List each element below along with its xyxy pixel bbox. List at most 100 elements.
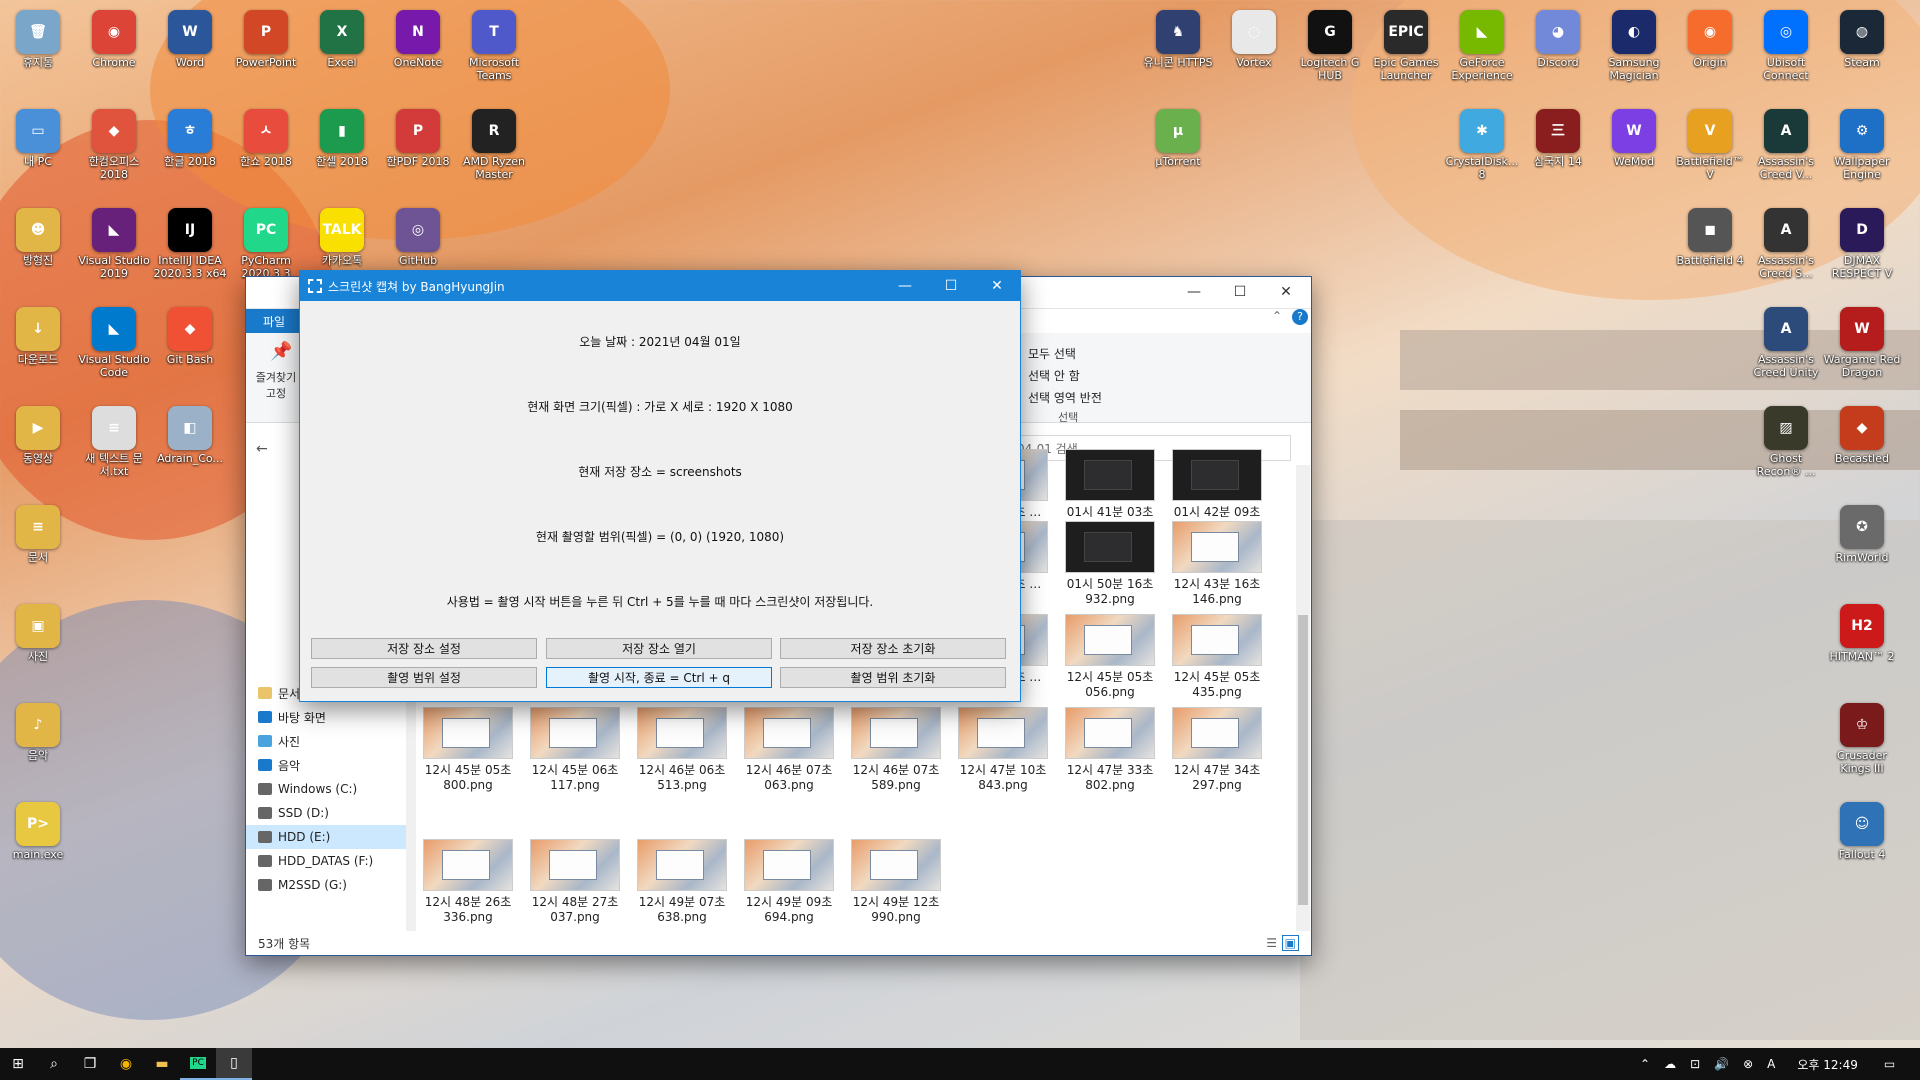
select-all-button[interactable]: 모두 선택 — [1028, 345, 1076, 362]
notification-icon[interactable]: ▭ — [1884, 1057, 1895, 1071]
desktop-icon[interactable]: X Excel — [303, 6, 381, 69]
pin-icon[interactable]: 📌 — [270, 341, 292, 362]
file-item[interactable]: 12시 46분 06초 513.png — [636, 707, 728, 793]
desktop-icon[interactable]: ✱ CrystalDisk... 8 — [1443, 105, 1521, 181]
clock[interactable]: 오후 12:49 — [1797, 1056, 1857, 1073]
file-item[interactable]: 12시 47분 10초 843.png — [957, 707, 1049, 793]
file-item[interactable]: 12시 45분 06초 117.png — [529, 707, 621, 793]
desktop-icon[interactable]: ◆ 한컴오피스 2018 — [75, 105, 153, 181]
desktop-icon[interactable]: ◉ Chrome — [75, 6, 153, 69]
nav-item[interactable]: Windows (C:) — [246, 777, 406, 801]
nav-item[interactable]: 바탕 화면 — [246, 705, 406, 729]
reset-save-location-button[interactable]: 저장 장소 초기화 — [780, 638, 1006, 659]
tray-expand-icon[interactable]: ⌃ — [1640, 1057, 1650, 1071]
set-capture-range-button[interactable]: 촬영 범위 설정 — [311, 667, 537, 688]
pin-to-quick-access-label[interactable]: 즐겨찾기 고정 — [252, 369, 300, 401]
back-arrow-icon[interactable]: ← — [256, 441, 268, 457]
desktop-icon[interactable]: P 한PDF 2018 — [379, 105, 457, 168]
desktop-icon[interactable]: G Logitech G HUB — [1291, 6, 1369, 82]
desktop-icon[interactable]: ▨ Ghost Recon® ... — [1747, 402, 1825, 478]
file-item[interactable]: 12시 43분 16초 146.png — [1171, 521, 1263, 607]
details-view-icon[interactable]: ☰ — [1266, 936, 1277, 950]
desktop-icon[interactable]: ㅅ 한쇼 2018 — [227, 105, 305, 168]
desktop-icon[interactable]: ♔ Crusader Kings III — [1823, 699, 1901, 775]
desktop-icon[interactable]: 🗑 휴지통 — [0, 6, 77, 69]
file-item[interactable]: 12시 47분 33초 802.png — [1064, 707, 1156, 793]
desktop-icon[interactable]: A Assassin's Creed Unity — [1747, 303, 1825, 379]
desktop-icon[interactable]: µ µTorrent — [1139, 105, 1217, 168]
onedrive-icon[interactable]: ☁ — [1664, 1057, 1676, 1071]
file-item[interactable]: 12시 45분 05초 800.png — [422, 707, 514, 793]
select-none-button[interactable]: 선택 안 함 — [1028, 367, 1080, 384]
minimize-icon[interactable]: — — [882, 271, 928, 301]
file-item[interactable]: 12시 49분 09초 694.png — [743, 839, 835, 925]
desktop-icon[interactable]: D DJMAX RESPECT V — [1823, 204, 1901, 280]
file-item[interactable]: 12시 46분 07초 063.png — [743, 707, 835, 793]
desktop-icon[interactable]: IJ IntelliJ IDEA 2020.3.3 x64 — [151, 204, 229, 280]
file-item[interactable]: 12시 45분 05초 435.png — [1171, 614, 1263, 700]
pycharm-icon[interactable]: PC — [180, 1048, 216, 1080]
nav-item[interactable]: M2SSD (G:) — [246, 873, 406, 897]
desktop-icon[interactable]: ◆ Becastled — [1823, 402, 1901, 465]
desktop-icon[interactable]: ◎ Ubisoft Connect — [1747, 6, 1825, 82]
ribbon-file-tab[interactable]: 파일 — [246, 309, 302, 333]
desktop-icon[interactable]: ≡ 문서 — [0, 501, 77, 564]
desktop-icon[interactable]: A Assassin's Creed V... — [1747, 105, 1825, 181]
help-icon[interactable]: ? — [1292, 309, 1308, 325]
desktop-icon[interactable]: P PowerPoint — [227, 6, 305, 69]
desktop-icon[interactable]: ◕ Discord — [1519, 6, 1597, 69]
notepad-icon[interactable]: ▯ — [216, 1048, 252, 1080]
desktop-icon[interactable]: TALK 카카오톡 — [303, 204, 381, 267]
start-stop-capture-button[interactable]: 촬영 시작, 종료 = Ctrl + q — [546, 667, 772, 688]
desktop-icon[interactable]: PC PyCharm 2020.3.3 — [227, 204, 305, 280]
file-item[interactable]: 12시 45분 05초 056.png — [1064, 614, 1156, 700]
file-item[interactable]: 12시 49분 12초 990.png — [850, 839, 942, 925]
desktop-icon[interactable]: N OneNote — [379, 6, 457, 69]
invert-selection-button[interactable]: 선택 영역 반전 — [1028, 389, 1102, 406]
file-item[interactable]: 01시 50분 16초 932.png — [1064, 521, 1156, 607]
desktop-icon[interactable]: ◧ Adrain_Co... — [151, 402, 229, 465]
ribbon-collapse-icon[interactable]: ⌃ — [1272, 309, 1282, 323]
desktop-icon[interactable]: ▭ 내 PC — [0, 105, 77, 168]
desktop-icon[interactable]: ◣ GeForce Experience — [1443, 6, 1521, 82]
desktop-icon[interactable]: H2 HITMAN™ 2 — [1823, 600, 1901, 663]
desktop-icon[interactable]: W WeMod — [1595, 105, 1673, 168]
nav-item[interactable]: 사진 — [246, 729, 406, 753]
desktop-icon[interactable]: ✪ RimWorld — [1823, 501, 1901, 564]
desktop-icon[interactable]: V Battlefield™ V — [1671, 105, 1749, 181]
desktop-icon[interactable]: ◣ Visual Studio Code — [75, 303, 153, 379]
desktop-icon[interactable]: ◣ Visual Studio 2019 — [75, 204, 153, 280]
minimize-icon[interactable]: — — [1171, 277, 1217, 307]
desktop-icon[interactable]: P> main.exe — [0, 798, 77, 861]
desktop-icon[interactable]: ☺ Fallout 4 — [1823, 798, 1901, 861]
task-view-icon[interactable]: ❐ — [72, 1048, 108, 1080]
file-item[interactable]: 12시 48분 27초 037.png — [529, 839, 621, 925]
network-icon[interactable]: ⊡ — [1690, 1057, 1700, 1071]
windows-start-icon[interactable]: ⊞ — [0, 1048, 36, 1080]
nav-item[interactable]: SSD (D:) — [246, 801, 406, 825]
desktop-icon[interactable]: ▮ 한셀 2018 — [303, 105, 381, 168]
desktop-icon[interactable]: ▣ 사진 — [0, 600, 77, 663]
file-explorer-icon[interactable]: ▬ — [144, 1048, 180, 1080]
desktop-icon[interactable]: EPIC Epic Games Launcher — [1367, 6, 1445, 82]
file-item[interactable]: 12시 47분 34초 297.png — [1171, 707, 1263, 793]
desktop-icon[interactable]: W Word — [151, 6, 229, 69]
open-save-location-button[interactable]: 저장 장소 열기 — [546, 638, 772, 659]
desktop-icon[interactable]: ⚙ Wallpaper Engine — [1823, 105, 1901, 181]
desktop-icon[interactable]: ◎ GitHub — [379, 204, 457, 267]
close-icon[interactable]: ✕ — [1263, 277, 1309, 307]
desktop-icon[interactable]: ♞ 유니콘 HTTPS — [1139, 6, 1217, 69]
reset-capture-range-button[interactable]: 촬영 범위 초기화 — [780, 667, 1006, 688]
set-save-location-button[interactable]: 저장 장소 설정 — [311, 638, 537, 659]
file-item[interactable]: 12시 48분 26초 336.png — [422, 839, 514, 925]
desktop-icon[interactable]: ㅎ 한글 2018 — [151, 105, 229, 168]
ime-indicator[interactable]: A — [1767, 1057, 1775, 1071]
search-icon[interactable]: ⌕ — [36, 1048, 72, 1080]
desktop-icon[interactable]: ◌ Vortex — [1215, 6, 1293, 69]
maximize-icon[interactable]: ☐ — [1217, 277, 1263, 307]
volume-icon[interactable]: 🔊 — [1714, 1057, 1729, 1071]
nav-item[interactable]: HDD_DATAS (F:) — [246, 849, 406, 873]
content-scrollbar[interactable] — [1296, 465, 1310, 933]
desktop-icon[interactable]: A Assassin's Creed S... — [1747, 204, 1825, 280]
chrome-icon[interactable]: ◉ — [108, 1048, 144, 1080]
